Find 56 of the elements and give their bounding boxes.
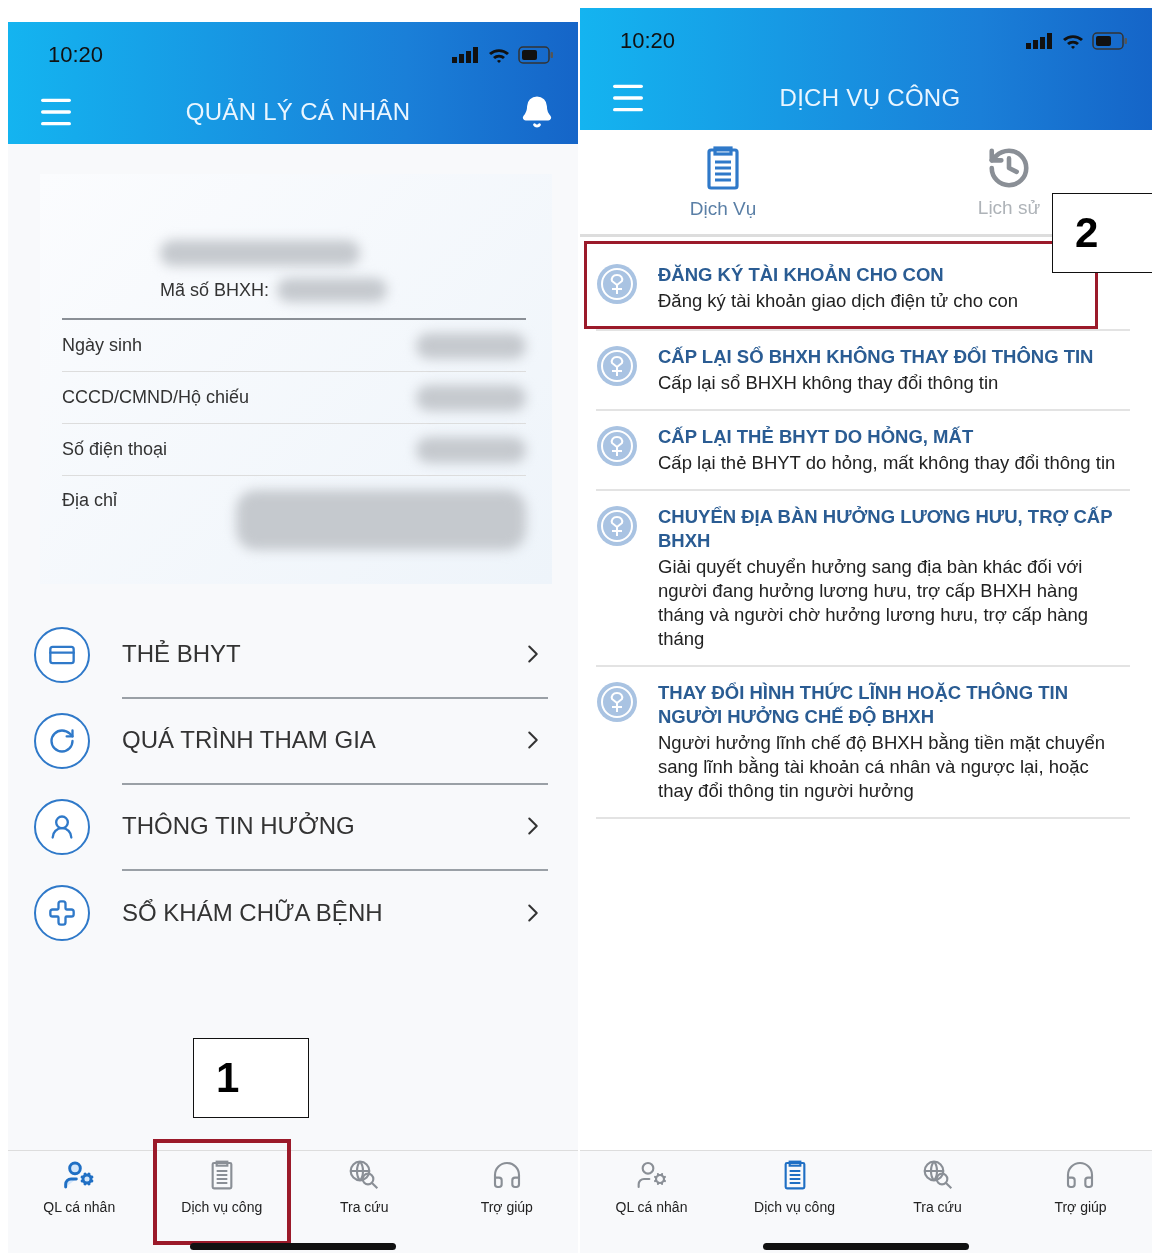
service-item[interactable]: THAY ĐỔI HÌNH THỨC LĨNH HOẶC THÔNG TIN NGƯỜI HƯỞNG CHẾ ĐỘ BHXH Người hưởng lĩnh chế độ BHXH bằng tiền mặt chuyển sang lĩnh bằng tài khoản cá nhân và ngược lại, hoặc thay đổi thông tin người hưởng — [596, 667, 1130, 819]
menu-item[interactable]: QUÁ TRÌNH THAM GIA — [8, 698, 578, 784]
emblem-icon — [596, 505, 638, 547]
nav-tab[interactable]: QL cá nhân — [609, 1151, 694, 1253]
emblem-icon — [596, 425, 638, 467]
service-title: THAY ĐỔI HÌNH THỨC LĨNH HOẶC THÔNG TIN NGƯỜI HƯỞNG CHẾ ĐỘ BHXH — [658, 681, 1070, 729]
service-description: Đăng ký tài khoản giao dịch điện tử cho con — [658, 289, 1019, 313]
step-callout: 2 — [1052, 193, 1152, 273]
emblem-icon — [596, 345, 638, 387]
field-label: CCCD/CMND/Hộ chiếu — [62, 387, 250, 408]
signal-icon — [1026, 33, 1054, 49]
service-description: Cấp lại sổ BHXH không thay đổi thông tin — [658, 371, 1000, 395]
service-item[interactable]: CHUYỂN ĐỊA BÀN HƯỞNG LƯƠNG HƯU, TRỢ CẤP BHXH Giải quyết chuyển hưởng sang địa bàn khác đối với người đang hưởng lương hưu, trợ cấp BHXH hàng tháng và người chờ hưởng lương hưu, trợ cấp hàng tháng — [596, 491, 1130, 667]
service-description: Người hưởng lĩnh chế độ BHXH bằng tiền mặt chuyển sang lĩnh bằng tài khoản cá nhân và ngược lại, hoặc thay đổi thông tin người hưởng — [658, 731, 1107, 803]
service-title: CHUYỂN ĐỊA BÀN HƯỞNG LƯƠNG HƯU, TRỢ CẤP BHXH — [658, 505, 1114, 553]
nav-tab[interactable]: Tra cứu — [334, 1151, 395, 1253]
wifi-icon — [488, 47, 510, 63]
field-label: Địa chỉ — [62, 490, 118, 511]
service-title: CẤP LẠI THẺ BHYT DO HỎNG, MẤT — [658, 425, 975, 449]
history-icon — [986, 145, 1032, 191]
menu-item[interactable]: THÔNG TIN HƯỞNG — [8, 784, 578, 870]
nav-tab[interactable]: Tra cứu — [907, 1151, 968, 1253]
nav-tab[interactable]: Trợ giúp — [474, 1151, 539, 1253]
person-icon — [34, 799, 90, 855]
card-icon — [34, 627, 90, 683]
menu-item[interactable]: SỔ KHÁM CHỮA BỆNH — [8, 870, 578, 956]
nav-tab[interactable]: Dịch vụ công — [175, 1151, 269, 1253]
service-item[interactable]: ĐĂNG KÝ TÀI KHOẢN CHO CON Đăng ký tài khoản giao dịch điện tử cho con — [596, 249, 1038, 329]
signal-icon — [452, 47, 480, 63]
notification-bell-icon[interactable] — [520, 95, 554, 129]
service-description: Cấp lại thẻ BHYT do hỏng, mất không thay đổi thông tin — [658, 451, 1117, 475]
nav-tab[interactable]: QL cá nhân — [37, 1151, 122, 1253]
nav-tab[interactable]: Trợ giúp — [1048, 1151, 1113, 1253]
medical-cross-icon — [34, 885, 90, 941]
refresh-icon — [34, 713, 90, 769]
wifi-icon — [1062, 33, 1084, 49]
emblem-icon — [596, 263, 638, 305]
field-label: Ngày sinh — [62, 335, 143, 356]
service-description: Giải quyết chuyển hưởng sang địa bàn khác đối với người đang hưởng lương hưu, trợ cấp BHXH hàng tháng và người chờ hưởng lương hưu, trợ cấp hàng tháng — [658, 555, 1090, 651]
service-item[interactable]: CẤP LẠI SỔ BHXH KHÔNG THAY ĐỔI THÔNG TIN Cấp lại sổ BHXH không thay đổi thông tin — [596, 331, 1130, 411]
screen-title: QUẢN LÝ CÁ NHÂN — [185, 98, 411, 126]
bhxh-label: Mã số BHXH: — [160, 279, 270, 301]
tab[interactable]: Dịch Vụ — [580, 130, 866, 234]
service-title: CẤP LẠI SỔ BHXH KHÔNG THAY ĐỔI THÔNG TIN — [658, 345, 1095, 369]
field-label: Số điện thoại — [62, 439, 168, 460]
status-time: 10:20 — [48, 42, 104, 68]
service-item[interactable]: CẤP LẠI THẺ BHYT DO HỎNG, MẤT Cấp lại thẻ BHYT do hỏng, mất không thay đổi thông tin — [596, 411, 1130, 491]
status-time: 10:20 — [620, 28, 676, 54]
battery-icon — [518, 46, 554, 64]
service-title: ĐĂNG KÝ TÀI KHOẢN CHO CON — [658, 263, 945, 287]
menu-item[interactable]: THẺ BHYT — [8, 612, 578, 698]
nav-tab[interactable]: Dịch vụ công — [748, 1151, 841, 1253]
step-callout: 1 — [193, 1038, 309, 1118]
battery-icon — [1092, 32, 1128, 50]
screen-title: DỊCH VỤ CÔNG — [779, 84, 961, 112]
emblem-icon — [596, 681, 638, 723]
